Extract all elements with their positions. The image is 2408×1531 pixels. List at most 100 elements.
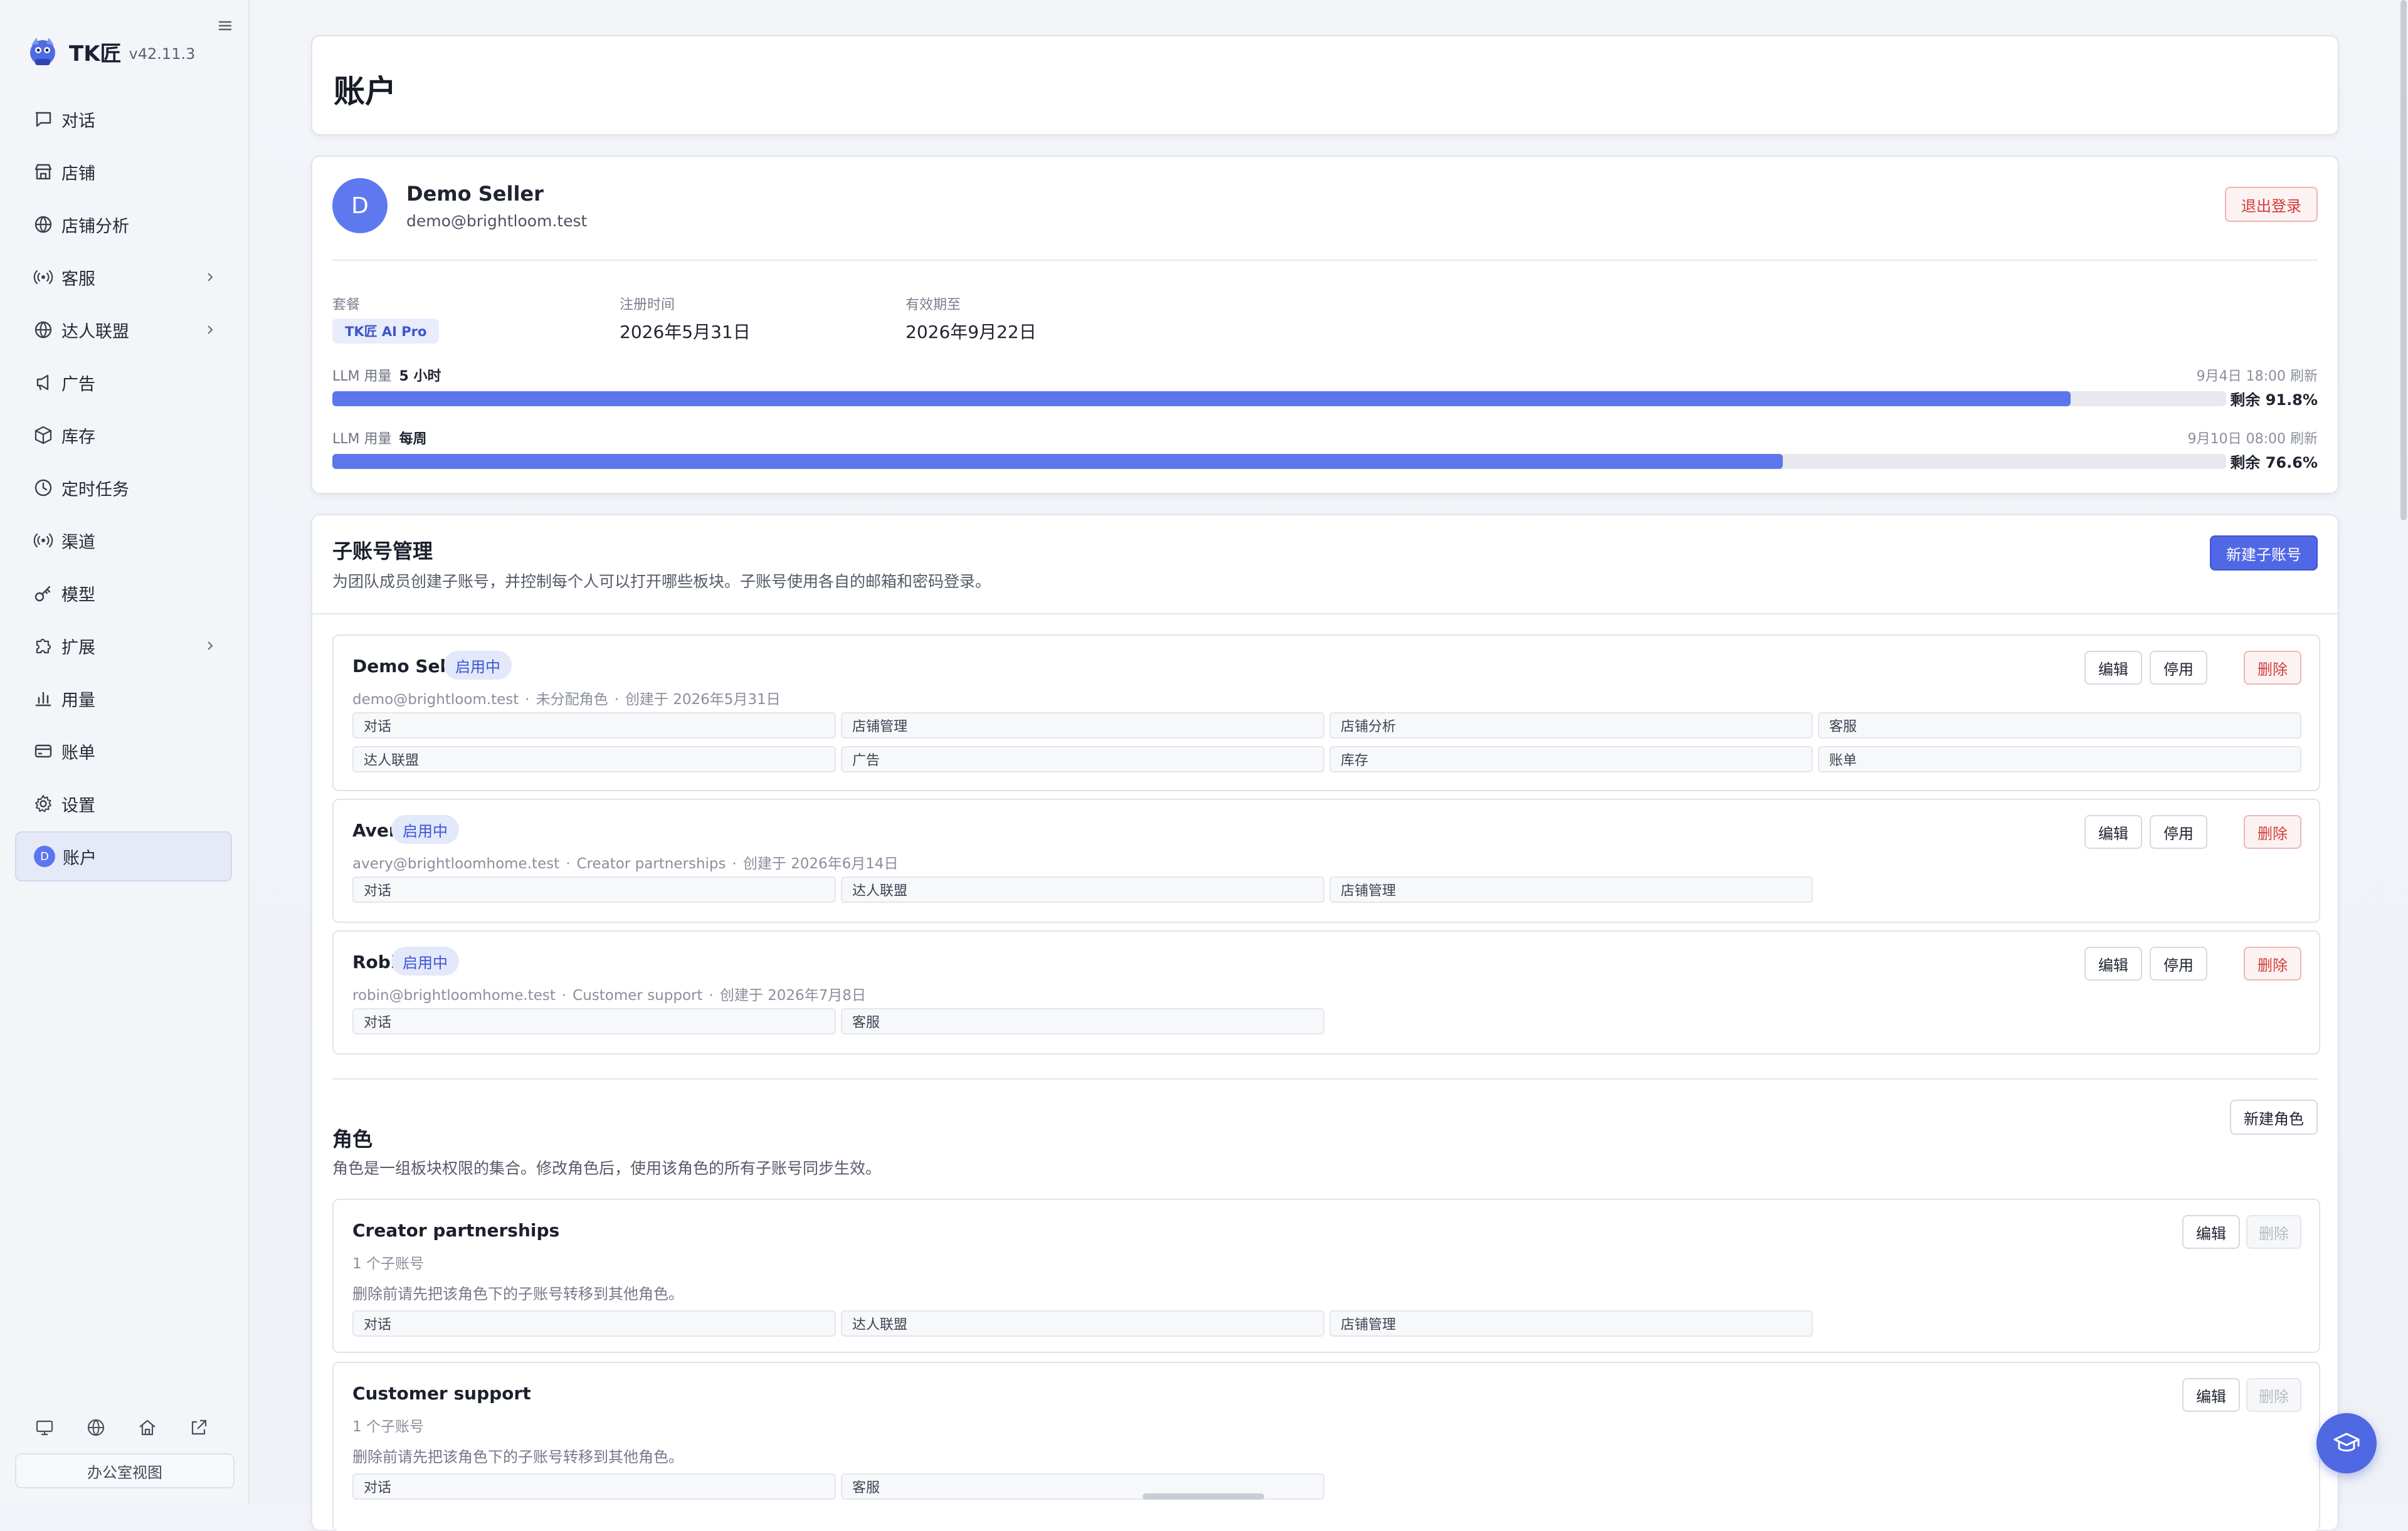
help-button[interactable] xyxy=(2316,1413,2377,1473)
divider xyxy=(312,613,2338,614)
permission-tag: 达人联盟 xyxy=(841,876,1324,903)
monitor-icon[interactable] xyxy=(34,1417,55,1438)
roles-title: 角色 xyxy=(332,1127,373,1151)
subaccount-meta: demo@brightloom.test · 未分配角色 · 创建于 2026年5月31… xyxy=(352,692,781,708)
subaccount-created: 创建于 2026年7月8日 xyxy=(719,987,866,1004)
subaccount-row: Robin 启用中 robin@brightloomhome.test · Cust… xyxy=(332,930,2320,1055)
globe-icon[interactable] xyxy=(85,1417,107,1438)
edit-button[interactable]: 编辑 xyxy=(2084,651,2142,685)
disable-button[interactable]: 停用 xyxy=(2150,815,2207,849)
sidebar-item-label: 库存 xyxy=(61,427,95,447)
sidebar-item-store[interactable]: 店铺 xyxy=(15,147,232,197)
permission-tag: 对话 xyxy=(352,1310,836,1337)
vertical-scrollbar[interactable] xyxy=(2400,0,2407,520)
account-email: demo@brightloom.test xyxy=(406,212,588,230)
permission-tag: 客服 xyxy=(841,1008,1324,1034)
registered-date: 2026年5月31日 xyxy=(620,322,751,342)
puzzle-icon xyxy=(36,638,51,654)
sidebar-item-label: 模型 xyxy=(61,585,95,605)
sidebar-item-affiliate[interactable]: 达人联盟 xyxy=(15,305,232,355)
horizontal-scrollbar[interactable] xyxy=(1143,1493,1264,1500)
subaccount-description: 为团队成员创建子账号，并控制每个人可以打开哪些板块。子账号使用各自的邮箱和密码登… xyxy=(332,572,991,591)
delete-button[interactable]: 删除 xyxy=(2244,947,2301,981)
new-role-button[interactable]: 新建角色 xyxy=(2230,1100,2318,1135)
sidebar-item-account[interactable]: D 账户 xyxy=(15,831,232,881)
edit-button[interactable]: 编辑 xyxy=(2084,947,2142,981)
edit-button[interactable]: 编辑 xyxy=(2182,1378,2240,1412)
permission-tag: 对话 xyxy=(352,1008,836,1034)
key-icon xyxy=(34,586,51,602)
avatar: D xyxy=(332,178,388,233)
permission-tag: 对话 xyxy=(352,876,836,903)
subaccount-meta: avery@brightloomhome.test · Creator partne… xyxy=(352,856,899,872)
subaccount-created: 创建于 2026年6月14日 xyxy=(742,856,899,872)
usage-label-text: LLM 用量 xyxy=(332,369,392,384)
usage-period: 5 小时 xyxy=(399,369,441,384)
new-subaccount-button[interactable]: 新建子账号 xyxy=(2210,535,2318,571)
sidebar-item-label: 店铺 xyxy=(61,164,95,184)
sidebar-item-channels[interactable]: 渠道 xyxy=(15,515,232,566)
broadcast-icon xyxy=(33,270,53,285)
sidebar-item-chat[interactable]: 对话 xyxy=(15,94,232,144)
disable-button[interactable]: 停用 xyxy=(2150,651,2207,685)
delete-button[interactable]: 删除 xyxy=(2244,815,2301,849)
sidebar-item-scheduled-tasks[interactable]: 定时任务 xyxy=(15,463,232,513)
status-badge: 启用中 xyxy=(391,815,459,844)
office-view-button[interactable]: 办公室视图 xyxy=(15,1453,235,1488)
bar-chart-icon xyxy=(35,692,51,707)
usage-remaining: 剩余 76.6% xyxy=(2230,454,2318,471)
edit-button[interactable]: 编辑 xyxy=(2182,1215,2240,1249)
usage-remaining: 剩余 91.8% xyxy=(2230,391,2318,409)
subaccount-created: 创建于 2026年5月31日 xyxy=(625,692,781,708)
expires-label: 有效期至 xyxy=(906,297,961,313)
subaccount-card: 子账号管理 为团队成员创建子账号，并控制每个人可以打开哪些板块。子账号使用各自的… xyxy=(311,514,2339,1531)
delete-button[interactable]: 删除 xyxy=(2244,651,2301,685)
status-badge: 启用中 xyxy=(391,947,459,976)
status-badge: 启用中 xyxy=(444,651,512,680)
sidebar-item-settings[interactable]: 设置 xyxy=(15,779,232,829)
sidebar-item-usage[interactable]: 用量 xyxy=(15,673,232,723)
disable-button[interactable]: 停用 xyxy=(2150,947,2207,981)
usage-progress-track xyxy=(332,454,2226,469)
card-icon xyxy=(34,744,52,758)
edit-button[interactable]: 编辑 xyxy=(2084,815,2142,849)
sidebar-item-models[interactable]: 模型 xyxy=(15,568,232,618)
usage-progress-fill xyxy=(332,391,2071,406)
registered-label: 注册时间 xyxy=(620,297,675,313)
sidebar-item-label: 广告 xyxy=(61,374,95,394)
page-title: 账户 xyxy=(334,73,396,110)
megaphone-icon xyxy=(36,374,49,391)
brand[interactable]: TK匠 v42.11.3 xyxy=(25,33,195,70)
main-content: 账户 D Demo Seller demo@brightloom.test 退出… xyxy=(251,0,2408,1531)
globe-icon xyxy=(34,216,52,233)
sidebar-item-label: 对话 xyxy=(61,111,95,131)
permission-list: 对话 店铺管理 店铺分析 客服 达人联盟 广告 库存 账单 xyxy=(352,712,2301,772)
sidebar-item-label: 设置 xyxy=(61,796,95,816)
sidebar-item-label: 扩展 xyxy=(61,638,95,658)
logout-button[interactable]: 退出登录 xyxy=(2225,187,2318,222)
sidebar-item-store-analysis[interactable]: 店铺分析 xyxy=(15,199,232,250)
usage-label: LLM 用量 每周 xyxy=(332,428,427,448)
usage-progress-track xyxy=(332,391,2226,406)
account-name: Demo Seller xyxy=(406,182,544,206)
sidebar-item-inventory[interactable]: 库存 xyxy=(15,410,232,460)
subaccount-role: Customer support xyxy=(573,987,703,1004)
box-icon xyxy=(34,426,52,445)
sidebar-item-extensions[interactable]: 扩展 xyxy=(15,621,232,671)
subaccount-row: Demo Seller 启用中 demo@brightloom.test · 未分配… xyxy=(332,634,2320,791)
external-link-icon[interactable] xyxy=(188,1417,209,1438)
sidebar-item-customer-service[interactable]: 客服 xyxy=(15,252,232,302)
sidebar-item-label: 用量 xyxy=(61,690,95,710)
home-icon[interactable] xyxy=(137,1417,158,1438)
chevron-right-icon xyxy=(208,641,213,650)
sidebar-collapse-icon[interactable] xyxy=(216,16,235,35)
role-row: Customer support 1 个子账号 删除前请先把该角色下的子账号转移… xyxy=(332,1362,2320,1531)
sidebar-item-ads[interactable]: 广告 xyxy=(15,357,232,408)
graduation-cap-icon xyxy=(2333,1433,2360,1452)
role-delete-note: 删除前请先把该角色下的子账号转移到其他角色。 xyxy=(352,1448,684,1466)
permission-tag: 店铺分析 xyxy=(1329,712,1813,739)
permission-list: 对话 达人联盟 店铺管理 xyxy=(352,1310,2301,1337)
role-name: Customer support xyxy=(352,1383,531,1404)
sidebar-item-billing[interactable]: 账单 xyxy=(15,726,232,776)
usage-period: 每周 xyxy=(399,431,427,447)
